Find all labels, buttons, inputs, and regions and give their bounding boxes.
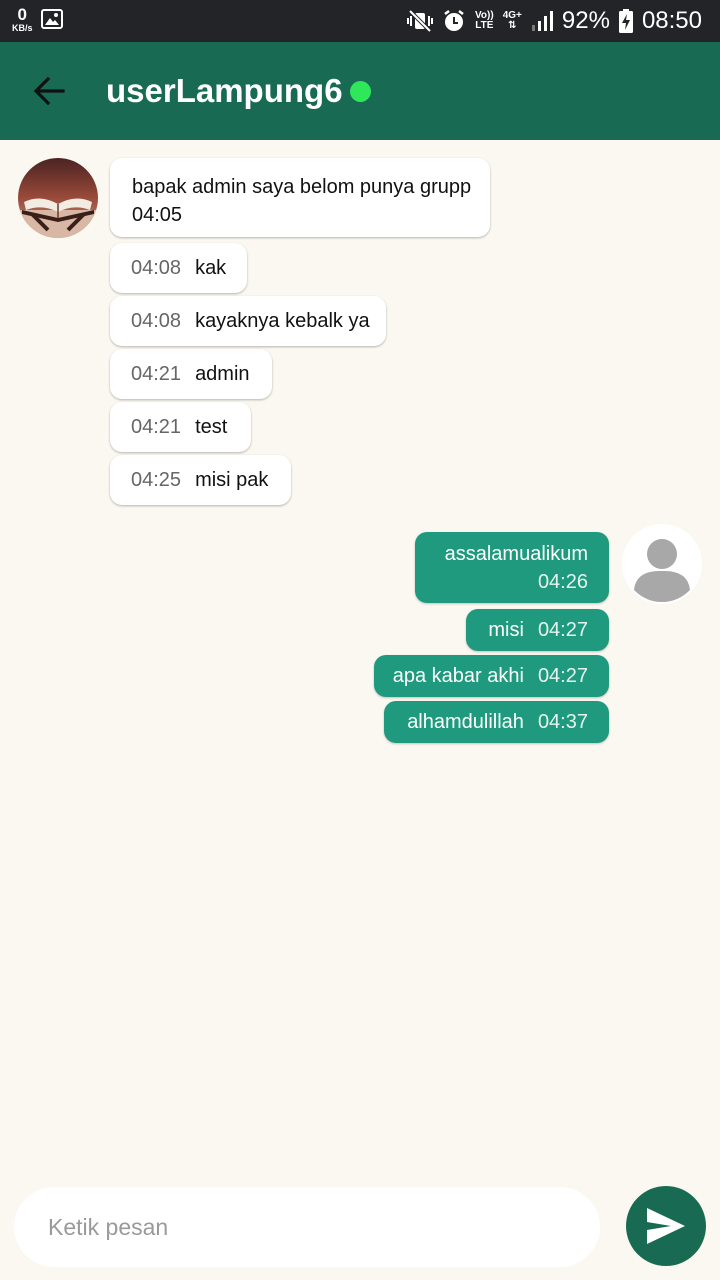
volte-indicator: Vo)) LTE bbox=[475, 11, 494, 31]
alarm-icon bbox=[444, 10, 464, 31]
message-time: 04:27 bbox=[537, 665, 588, 687]
incoming-message[interactable]: 04:21 admin bbox=[110, 349, 272, 399]
outgoing-message[interactable]: assalamualikum 04:26 bbox=[415, 532, 609, 603]
message-list[interactable]: bapak admin saya belom punya grupp 04:05… bbox=[0, 140, 720, 1180]
send-icon bbox=[647, 1208, 685, 1244]
lte-label: LTE bbox=[475, 20, 494, 31]
message-text: kayaknya kebalk ya bbox=[195, 310, 370, 332]
battery-percent: 92% bbox=[561, 7, 610, 34]
net-speed-indicator: 0 KB/s bbox=[12, 6, 33, 33]
chat-header: userLampung6 bbox=[0, 42, 720, 140]
message-text: kak bbox=[195, 257, 227, 279]
status-bar: 0 KB/s Vo)) LTE 4G+ ⇅ 92% 08:50 bbox=[0, 0, 720, 42]
message-time: 04:08 bbox=[131, 310, 182, 332]
message-time: 04:08 bbox=[131, 257, 182, 279]
online-status-indicator bbox=[350, 81, 371, 102]
message-input[interactable] bbox=[14, 1187, 600, 1267]
message-text: assalamualikum bbox=[444, 543, 588, 565]
book-photo-avatar bbox=[18, 158, 98, 238]
image-notification-icon bbox=[40, 9, 63, 29]
contact-name: userLampung6 bbox=[106, 72, 343, 109]
incoming-message[interactable]: 04:08 kayaknya kebalk ya bbox=[110, 296, 386, 346]
message-time: 04:26 bbox=[537, 571, 588, 593]
incoming-message[interactable]: bapak admin saya belom punya grupp 04:05 bbox=[110, 158, 490, 237]
signal-icon bbox=[531, 11, 553, 31]
battery-charging-icon bbox=[618, 9, 633, 33]
message-text: test bbox=[195, 416, 228, 438]
outgoing-message[interactable]: misi 04:27 bbox=[466, 609, 609, 651]
incoming-message[interactable]: 04:25 misi pak bbox=[110, 455, 291, 505]
outgoing-message[interactable]: alhamdulillah 04:37 bbox=[384, 701, 609, 743]
incoming-message[interactable]: 04:08 kak bbox=[110, 243, 247, 293]
message-time: 04:21 bbox=[131, 416, 182, 438]
message-time: 04:25 bbox=[131, 469, 182, 491]
message-text: admin bbox=[195, 363, 250, 385]
my-avatar[interactable] bbox=[622, 524, 702, 604]
incoming-message[interactable]: 04:21 test bbox=[110, 402, 251, 452]
message-time: 04:27 bbox=[537, 619, 588, 641]
message-time: 04:21 bbox=[131, 363, 182, 385]
back-button[interactable] bbox=[22, 64, 76, 118]
message-text: apa kabar akhi bbox=[392, 665, 524, 687]
net-speed-unit: KB/s bbox=[12, 23, 33, 33]
contact-avatar[interactable] bbox=[18, 158, 98, 238]
message-time: 04:37 bbox=[537, 711, 588, 733]
message-text: misi pak bbox=[195, 469, 269, 491]
send-button[interactable] bbox=[626, 1186, 706, 1266]
network-type-indicator: 4G+ ⇅ bbox=[503, 11, 522, 31]
message-time: 04:05 bbox=[132, 204, 183, 226]
message-text: misi bbox=[488, 619, 524, 641]
net-speed-value: 0 bbox=[17, 5, 27, 24]
message-text: bapak admin saya belom punya grupp bbox=[132, 176, 472, 198]
outgoing-message[interactable]: apa kabar akhi 04:27 bbox=[374, 655, 609, 697]
message-text: alhamdulillah bbox=[407, 711, 524, 733]
arrow-left-icon bbox=[33, 77, 65, 105]
status-time: 08:50 bbox=[641, 7, 702, 34]
data-arrows-icon: ⇅ bbox=[508, 20, 517, 31]
mute-vibrate-icon bbox=[407, 10, 433, 32]
person-icon bbox=[622, 524, 702, 604]
